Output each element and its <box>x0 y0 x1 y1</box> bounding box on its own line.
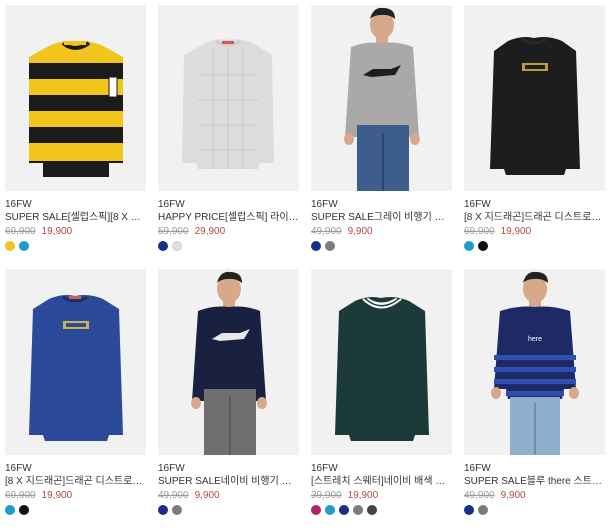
color-swatch[interactable] <box>311 505 321 515</box>
product-card[interactable]: 16FW SUPER SALE네이비 비행기 자수 니트 49,900 9,900 <box>158 269 299 519</box>
product-title[interactable]: [8 X 지드래곤]드래곤 디스트로이드 니트 <box>464 211 605 224</box>
price-row: 69,900 19,900 <box>5 225 72 238</box>
color-swatch[interactable] <box>311 241 321 251</box>
color-swatches <box>5 241 29 252</box>
season-label: 16FW <box>5 199 32 210</box>
color-swatch[interactable] <box>5 241 15 251</box>
sale-price: 19,900 <box>41 490 73 501</box>
price-row: 69,900 19,900 <box>464 225 531 238</box>
color-swatch[interactable] <box>158 505 168 515</box>
product-title[interactable]: [8 X 지드래곤]드래곤 디스트로이드 니트 <box>5 475 146 488</box>
product-title[interactable]: SUPER SALE[셀럽스픽][8 X 지드래곤]스트라이프 니트 <box>5 211 146 224</box>
original-price: 69,900 <box>5 490 36 501</box>
sale-price: 9,900 <box>500 490 526 501</box>
season-label: 16FW <box>464 199 491 210</box>
original-price: 69,900 <box>5 226 36 237</box>
sale-price: 19,900 <box>347 490 379 501</box>
price-row: 49,900 9,900 <box>464 489 526 502</box>
sale-price: 19,900 <box>500 226 532 237</box>
season-label: 16FW <box>158 199 185 210</box>
color-swatch[interactable] <box>478 505 488 515</box>
product-image[interactable] <box>158 5 299 191</box>
price-row: 49,900 9,900 <box>311 225 373 238</box>
color-swatch[interactable] <box>5 505 15 515</box>
color-swatch[interactable] <box>325 505 335 515</box>
price-row: 59,900 29,900 <box>158 225 225 238</box>
color-swatch[interactable] <box>172 505 182 515</box>
product-card[interactable]: 16FW [8 X 지드래곤]드래곤 디스트로이드 니트 69,900 19,90… <box>5 269 146 519</box>
color-swatches <box>464 241 488 252</box>
sale-price: 9,900 <box>194 490 220 501</box>
product-image[interactable] <box>311 5 452 191</box>
color-swatches <box>158 241 182 252</box>
product-image[interactable] <box>5 5 146 191</box>
color-swatch[interactable] <box>19 241 29 251</box>
product-card[interactable]: 16FW SUPER SALE[셀럽스픽][8 X 지드래곤]스트라이프 니트 … <box>5 5 146 255</box>
product-title[interactable]: SUPER SALE블루 there 스트라이프 니트 <box>464 475 605 488</box>
product-title[interactable]: [스트레치 스웨터]네이비 배색 네크 니트 <box>311 475 452 488</box>
color-swatches <box>311 505 377 516</box>
original-price: 49,900 <box>464 490 495 501</box>
product-image[interactable] <box>311 269 452 455</box>
price-row: 39,900 19,900 <box>311 489 378 502</box>
product-title[interactable]: SUPER SALE네이비 비행기 자수 니트 <box>158 475 299 488</box>
product-card[interactable]: 16FW [8 X 지드래곤]드래곤 디스트로이드 니트 69,900 19,90… <box>464 5 605 255</box>
product-title[interactable]: SUPER SALE그레이 비행기 자수 니트 <box>311 211 452 224</box>
product-card[interactable]: 16FW HAPPY PRICE[셀럽스픽] 라이트 그레이 니트 59,900… <box>158 5 299 255</box>
original-price: 59,900 <box>158 226 189 237</box>
color-swatches <box>311 241 335 252</box>
season-label: 16FW <box>5 463 32 474</box>
product-card[interactable]: here 16FW SUPER SALE블루 there 스트라이프 니트 49… <box>464 269 605 519</box>
product-card[interactable]: 16FW SUPER SALE그레이 비행기 자수 니트 49,900 9,900 <box>311 5 452 255</box>
product-title[interactable]: HAPPY PRICE[셀럽스픽] 라이트 그레이 니트 <box>158 211 299 224</box>
sale-price: 9,900 <box>347 226 373 237</box>
product-card[interactable]: 16FW [스트레치 스웨터]네이비 배색 네크 니트 39,900 19,900 <box>311 269 452 519</box>
color-swatch[interactable] <box>367 505 377 515</box>
product-image[interactable] <box>464 5 605 191</box>
color-swatch[interactable] <box>478 241 488 251</box>
color-swatch[interactable] <box>325 241 335 251</box>
season-label: 16FW <box>158 463 185 474</box>
original-price: 69,900 <box>464 226 495 237</box>
price-row: 69,900 19,900 <box>5 489 72 502</box>
original-price: 49,900 <box>158 490 189 501</box>
color-swatch[interactable] <box>158 241 168 251</box>
season-label: 16FW <box>311 463 338 474</box>
sale-price: 19,900 <box>41 226 73 237</box>
color-swatch[interactable] <box>353 505 363 515</box>
original-price: 49,900 <box>311 226 342 237</box>
svg-text:here: here <box>528 336 542 343</box>
product-grid: 16FW SUPER SALE[셀럽스픽][8 X 지드래곤]스트라이프 니트 … <box>0 0 610 531</box>
color-swatch[interactable] <box>464 241 474 251</box>
color-swatches <box>5 505 29 516</box>
color-swatch[interactable] <box>339 505 349 515</box>
color-swatch[interactable] <box>464 505 474 515</box>
color-swatches <box>464 505 488 516</box>
season-label: 16FW <box>311 199 338 210</box>
product-image[interactable] <box>5 269 146 455</box>
product-image[interactable]: here <box>464 269 605 455</box>
color-swatch[interactable] <box>172 241 182 251</box>
product-image[interactable] <box>158 269 299 455</box>
color-swatches <box>158 505 182 516</box>
sale-price: 29,900 <box>194 226 226 237</box>
original-price: 39,900 <box>311 490 342 501</box>
price-row: 49,900 9,900 <box>158 489 220 502</box>
color-swatch[interactable] <box>19 505 29 515</box>
season-label: 16FW <box>464 463 491 474</box>
